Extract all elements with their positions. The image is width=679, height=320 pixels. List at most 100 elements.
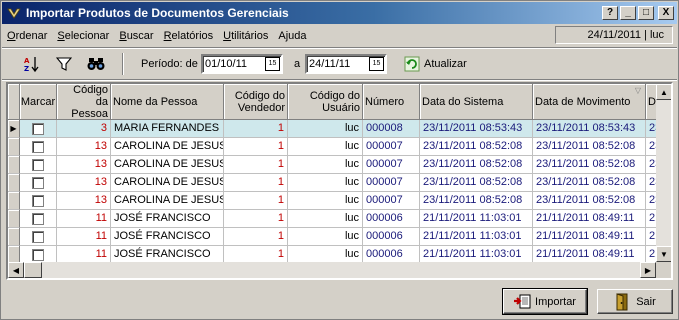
menu-relatorios[interactable]: Relatórios: [159, 30, 219, 42]
import-button[interactable]: Importar: [502, 288, 588, 315]
cell-codigo-usuario: luc: [288, 210, 363, 228]
cell-data-movimento: 21/11/2011 08:49:11: [533, 228, 646, 246]
cell-codigo-usuario: luc: [288, 120, 363, 138]
mark-checkbox[interactable]: [32, 248, 44, 261]
refresh-button[interactable]: Atualizar: [404, 54, 467, 74]
cell-data-sistema: 21/11/2011 11:03:01: [420, 246, 533, 262]
cell-numero: 000007: [363, 156, 420, 174]
scroll-left-icon[interactable]: ◀: [8, 262, 24, 278]
cell-data-extra: 23: [646, 192, 656, 210]
cell-numero: 000007: [363, 174, 420, 192]
cell-data-extra: 23: [646, 138, 656, 156]
cell-data-extra: 21: [646, 246, 656, 262]
refresh-label: Atualizar: [424, 58, 467, 70]
close-button[interactable]: X: [658, 6, 674, 20]
cell-codigo-usuario: luc: [288, 246, 363, 262]
cell-data-sistema: 23/11/2011 08:53:43: [420, 120, 533, 138]
mark-checkbox[interactable]: [32, 194, 44, 207]
table-row[interactable]: 11 JOSÉ FRANCISCO 1 luc 000006 21/11/2011 11:…: [8, 246, 656, 262]
cell-data-movimento: 23/11/2011 08:52:08: [533, 138, 646, 156]
cell-data-sistema: 23/11/2011 08:52:08: [420, 156, 533, 174]
cell-codigo-usuario: luc: [288, 138, 363, 156]
horizontal-scrollbar[interactable]: ◀ ▶: [8, 262, 656, 278]
mark-checkbox[interactable]: [32, 212, 44, 225]
scroll-down-icon[interactable]: ▼: [656, 246, 671, 262]
svg-text:A: A: [24, 57, 30, 65]
table-row[interactable]: 13 CAROLINA DE JESUS 1 luc 000007 23/11/2011 …: [8, 138, 656, 156]
table-row[interactable]: 13 CAROLINA DE JESUS 1 luc 000007 23/11/2011 …: [8, 156, 656, 174]
cell-data-movimento: 23/11/2011 08:52:08: [533, 156, 646, 174]
table-row[interactable]: ▶ 3 MARIA FERNANDES 1 luc 000008 23/11/2011 08…: [8, 120, 656, 138]
documents-grid: Marcar Código da Pessoa Nome da Pessoa C…: [6, 82, 673, 280]
cell-data-movimento: 23/11/2011 08:53:43: [533, 120, 646, 138]
sort-indicator-icon: ▽: [634, 86, 641, 95]
header-marcar[interactable]: Marcar: [20, 84, 57, 120]
header-data-movimento[interactable]: Data de Movimento ▽: [533, 84, 646, 120]
cell-nome-pessoa: CAROLINA DE JESUS: [111, 138, 224, 156]
scroll-corner: [656, 262, 671, 278]
cell-data-extra: 23: [646, 156, 656, 174]
row-checkbox-cell: [20, 120, 57, 138]
row-indicator: [8, 192, 20, 210]
table-row[interactable]: 13 CAROLINA DE JESUS 1 luc 000007 23/11/2011 …: [8, 174, 656, 192]
cell-data-movimento: 21/11/2011 08:49:11: [533, 246, 646, 262]
cell-data-sistema: 23/11/2011 08:52:08: [420, 174, 533, 192]
mark-checkbox[interactable]: [32, 122, 44, 135]
scroll-right-icon[interactable]: ▶: [640, 262, 656, 278]
cell-data-sistema: 23/11/2011 08:52:08: [420, 138, 533, 156]
cell-codigo-pessoa: 13: [57, 174, 111, 192]
mark-checkbox[interactable]: [32, 230, 44, 243]
help-button[interactable]: ?: [602, 6, 618, 20]
row-indicator: [8, 174, 20, 192]
minimize-button[interactable]: _: [620, 6, 636, 20]
vertical-scrollbar[interactable]: ▲ ▼: [656, 84, 671, 262]
cell-codigo-vendedor: 1: [224, 174, 288, 192]
cell-codigo-pessoa: 3: [57, 120, 111, 138]
header-codigo-usuario[interactable]: Código do Usuário: [288, 84, 363, 120]
filter-icon[interactable]: [54, 54, 74, 74]
calendar-icon[interactable]: 15: [369, 57, 384, 71]
mark-checkbox[interactable]: [32, 140, 44, 153]
date-from-value: 01/10/11: [205, 58, 248, 70]
menu-ajuda[interactable]: Ajuda: [273, 30, 311, 42]
header-codigo-vendedor[interactable]: Código do Vendedor: [224, 84, 288, 120]
scroll-up-icon[interactable]: ▲: [656, 84, 671, 100]
table-row[interactable]: 13 CAROLINA DE JESUS 1 luc 000007 23/11/2011 …: [8, 192, 656, 210]
cell-numero: 000008: [363, 120, 420, 138]
maximize-button[interactable]: □: [638, 6, 654, 20]
exit-button[interactable]: Sair: [597, 289, 673, 314]
binoculars-icon[interactable]: [86, 54, 106, 74]
sort-az-icon[interactable]: A Z: [22, 54, 42, 74]
cell-codigo-vendedor: 1: [224, 156, 288, 174]
cell-codigo-pessoa: 13: [57, 192, 111, 210]
mark-checkbox[interactable]: [32, 158, 44, 171]
svg-text:Z: Z: [24, 65, 29, 73]
cell-nome-pessoa: JOSÉ FRANCISCO: [111, 228, 224, 246]
calendar-icon[interactable]: 15: [265, 57, 280, 71]
date-to-field[interactable]: 24/11/11 15: [305, 54, 387, 74]
cell-data-movimento: 23/11/2011 08:52:08: [533, 174, 646, 192]
row-indicator: ▶: [8, 120, 20, 138]
menu-buscar[interactable]: Buscar: [114, 30, 158, 42]
header-numero[interactable]: Número: [363, 84, 420, 120]
cell-codigo-vendedor: 1: [224, 138, 288, 156]
cell-codigo-vendedor: 1: [224, 210, 288, 228]
window-title: Importar Produtos de Documentos Gerencia…: [26, 6, 289, 20]
header-codigo-pessoa[interactable]: Código da Pessoa: [57, 84, 111, 120]
menu-selecionar[interactable]: Selecionar: [52, 30, 114, 42]
menu-utilitarios[interactable]: Utilitários: [218, 30, 273, 42]
header-data-sistema[interactable]: Data do Sistema: [420, 84, 533, 120]
date-from-field[interactable]: 01/10/11 15: [201, 54, 283, 74]
scroll-thumb[interactable]: [24, 262, 42, 278]
mark-checkbox[interactable]: [32, 176, 44, 189]
menu-ordenar[interactable]: Ordenar: [2, 30, 52, 42]
cell-codigo-vendedor: 1: [224, 246, 288, 262]
cell-codigo-usuario: luc: [288, 156, 363, 174]
title-bar: Importar Produtos de Documentos Gerencia…: [2, 2, 677, 24]
table-row[interactable]: 11 JOSÉ FRANCISCO 1 luc 000006 21/11/2011 11:…: [8, 210, 656, 228]
table-row[interactable]: 11 JOSÉ FRANCISCO 1 luc 000006 21/11/2011 11:…: [8, 228, 656, 246]
row-indicator: [8, 246, 20, 262]
import-icon: [514, 294, 531, 308]
header-nome-pessoa[interactable]: Nome da Pessoa: [111, 84, 224, 120]
header-data-extra[interactable]: Da: [646, 84, 656, 120]
